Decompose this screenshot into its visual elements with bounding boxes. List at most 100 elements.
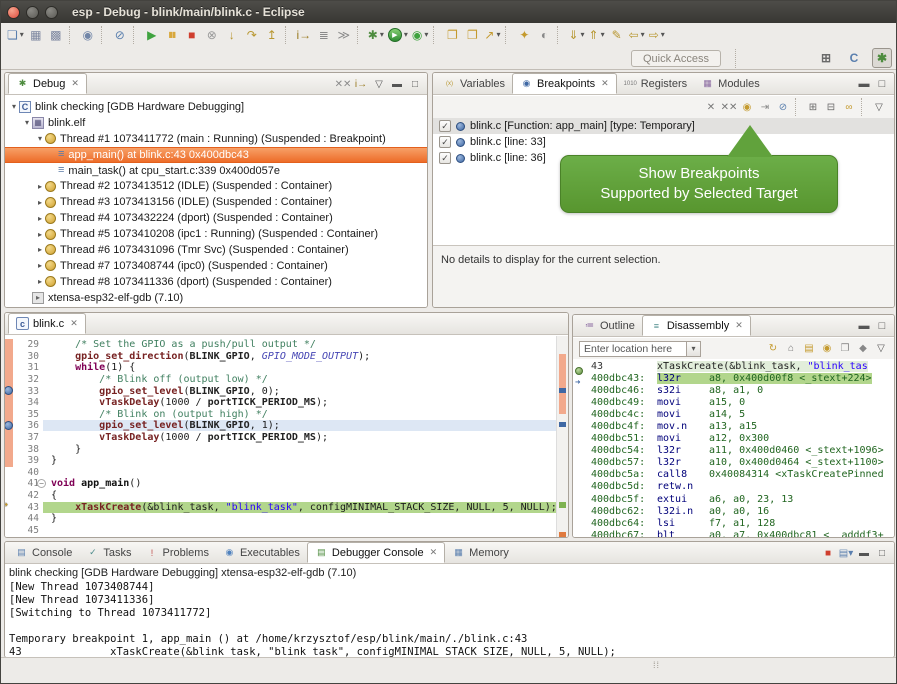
window-minimize-button[interactable]: [26, 6, 39, 19]
line-number[interactable]: 41−: [13, 478, 43, 489]
step-return-icon[interactable]: ↥: [262, 25, 282, 45]
disassembly-row[interactable]: 400dbc57:l32ra10, 0x400d0464 <_stext+110…: [573, 457, 894, 469]
tree-expander-icon[interactable]: ▾: [35, 134, 45, 143]
folder-open-icon[interactable]: ❐: [442, 25, 462, 45]
tree-expander-icon[interactable]: ▾: [22, 118, 32, 127]
overview-ruler[interactable]: [556, 336, 568, 537]
launch-icon[interactable]: ↗▾: [482, 25, 502, 45]
editor-line[interactable]: 31 while(1) {: [5, 362, 568, 374]
new-wizard-icon[interactable]: ❏▾: [5, 25, 26, 45]
tab-executables[interactable]: ◉Executables: [216, 542, 307, 563]
tab-outline[interactable]: ≔Outline: [576, 315, 642, 336]
line-number[interactable]: 29: [13, 339, 43, 350]
debug-tree-item[interactable]: ▸Thread #2 1073413512 (IDLE) (Suspended …: [5, 178, 427, 194]
sash-handle[interactable]: ⁞⁞: [653, 663, 660, 668]
tab-memory[interactable]: ▦Memory: [445, 542, 516, 563]
debug-tree-item[interactable]: ▸xtensa-esp32-elf-gdb (7.10): [5, 290, 427, 306]
code-editor[interactable]: 29 /* Set the GPIO as a push/pull output…: [5, 336, 568, 537]
tree-expander-icon[interactable]: ▸: [35, 198, 45, 207]
disassembly-row[interactable]: 400dbc49:movia15, 0: [573, 396, 894, 408]
refresh-icon[interactable]: ↻: [764, 340, 782, 358]
close-icon[interactable]: ✕: [601, 78, 609, 89]
show-breakpoints-supported-icon[interactable]: ◉: [738, 98, 756, 116]
display-console-icon[interactable]: ▤▾: [837, 544, 855, 562]
maximize-icon[interactable]: □: [406, 75, 424, 93]
editor-line[interactable]: 37 vTaskDelay(1000 / portTICK_PERIOD_MS)…: [5, 432, 568, 444]
console-output[interactable]: blink checking [GDB Hardware Debugging] …: [5, 565, 894, 657]
run-icon[interactable]: ▶▾: [386, 25, 410, 45]
view-menu-icon[interactable]: ▽: [872, 340, 890, 358]
editor-line[interactable]: 29 /* Set the GPIO as a push/pull output…: [5, 339, 568, 351]
save-all-icon[interactable]: ▩: [46, 25, 66, 45]
terminate-icon[interactable]: ■: [819, 544, 837, 562]
tab-debugger-console[interactable]: ▤Debugger Console✕: [307, 542, 445, 563]
tree-expander-icon[interactable]: ▸: [35, 261, 45, 270]
folder-open-2-icon[interactable]: ❐: [462, 25, 482, 45]
minimize-icon[interactable]: ▬: [855, 544, 873, 562]
editor-line[interactable]: 45: [5, 525, 568, 537]
last-edit-location-icon[interactable]: ✎: [607, 25, 627, 45]
close-icon[interactable]: ✕: [735, 320, 743, 331]
line-number[interactable]: 31: [13, 362, 43, 373]
step-into-icon[interactable]: ↓: [222, 25, 242, 45]
tab-problems[interactable]: !Problems: [138, 542, 215, 563]
close-icon[interactable]: ✕: [430, 547, 438, 558]
step-over-icon[interactable]: ↷: [242, 25, 262, 45]
line-number[interactable]: 37: [13, 432, 43, 443]
new-view-icon[interactable]: ❐: [836, 340, 854, 358]
tab-variables[interactable]: (x)Variables: [436, 73, 512, 94]
editor-line[interactable]: 40: [5, 467, 568, 479]
disassembly-listing[interactable]: 43xTaskCreate(&blink_task, "blink_tas➜40…: [573, 359, 894, 537]
debug-tree-item[interactable]: ▸Thread #6 1073431096 (Tmr Svc) (Suspend…: [5, 242, 427, 258]
forward-icon[interactable]: ⇨▾: [647, 25, 667, 45]
disassembly-row[interactable]: 400dbc54:l32ra11, 0x400d0460 <_stext+109…: [573, 445, 894, 457]
disassembly-row[interactable]: 43xTaskCreate(&blink_task, "blink_tas: [573, 360, 894, 372]
remove-breakpoint-icon[interactable]: ✕: [702, 98, 720, 116]
editor-line[interactable]: 36 gpio_set_level(BLINK_GPIO, 1);: [5, 420, 568, 432]
disassembly-row[interactable]: 400dbc5f:extuia6, a0, 23, 13: [573, 493, 894, 505]
tab-tasks[interactable]: ✓Tasks: [79, 542, 138, 563]
back-icon[interactable]: ⇦▾: [627, 25, 647, 45]
tab-blink-c[interactable]: c blink.c ✕: [8, 313, 86, 334]
sync-active-context-icon[interactable]: ◉: [818, 340, 836, 358]
link-with-debug-icon[interactable]: ∞: [840, 98, 858, 116]
line-number[interactable]: 44: [13, 513, 43, 524]
disassembly-row[interactable]: 400dbc46:s32ia8, a1, 0: [573, 384, 894, 396]
line-number[interactable]: 33: [13, 386, 43, 397]
drop-to-frame-icon[interactable]: ≣: [314, 25, 334, 45]
pin-view-icon[interactable]: ◆: [854, 340, 872, 358]
minimize-icon[interactable]: ▬: [388, 75, 406, 93]
disassembly-row[interactable]: 400dbc5d:retw.n: [573, 481, 894, 493]
window-close-button[interactable]: [7, 6, 20, 19]
line-number[interactable]: 36: [13, 420, 43, 431]
line-number[interactable]: 42: [13, 490, 43, 501]
debug-tree-item[interactable]: ▾Cblink checking [GDB Hardware Debugging…: [5, 99, 427, 115]
expand-all-icon[interactable]: ⊞: [804, 98, 822, 116]
minimize-icon[interactable]: ▬: [855, 317, 873, 335]
disconnect-icon[interactable]: ⊗: [202, 25, 222, 45]
tree-expander-icon[interactable]: ▸: [35, 230, 45, 239]
tree-expander-icon[interactable]: ▸: [35, 277, 45, 286]
debug-tree-item[interactable]: ▾▦blink.elf: [5, 115, 427, 131]
line-number[interactable]: 39: [13, 455, 43, 466]
disassembly-row[interactable]: ➜400dbc43:l32ra8, 0x400d00f8 <_stext+224…: [573, 372, 894, 384]
debug-tree-item[interactable]: ≡app_main() at blink.c:43 0x400dbc43: [5, 147, 427, 163]
line-number[interactable]: 45: [13, 525, 43, 536]
disassembly-row[interactable]: 400dbc51:movia12, 0x300: [573, 433, 894, 445]
editor-line[interactable]: 41−void app_main(): [5, 478, 568, 490]
disassembly-row[interactable]: 400dbc5a:call80x40084314 <xTaskCreatePin…: [573, 469, 894, 481]
remove-all-breakpoints-icon[interactable]: ✕✕: [720, 98, 738, 116]
debug-tree-item[interactable]: ▸Thread #3 1073413156 (IDLE) (Suspended …: [5, 194, 427, 210]
line-number[interactable]: 35: [13, 409, 43, 420]
profile-icon[interactable]: ◉▾: [410, 25, 431, 45]
breakpoint-row[interactable]: ✓blink.c [Function: app_main] [type: Tem…: [433, 118, 894, 134]
previous-annotation-icon[interactable]: ⇑▾: [587, 25, 607, 45]
tab-breakpoints[interactable]: ◉Breakpoints✕: [512, 73, 617, 94]
instruction-stepping-icon[interactable]: ≫: [334, 25, 354, 45]
remove-all-terminated-icon[interactable]: ✕✕: [334, 75, 352, 93]
disassembly-row[interactable]: 400dbc64:lsif7, a1, 128: [573, 517, 894, 529]
terminate-icon[interactable]: ■: [182, 25, 202, 45]
maximize-icon[interactable]: □: [873, 544, 891, 562]
breakpoint-icon[interactable]: [5, 386, 13, 395]
debug-tree-item[interactable]: ▸Thread #8 1073411336 (dport) (Suspended…: [5, 274, 427, 290]
